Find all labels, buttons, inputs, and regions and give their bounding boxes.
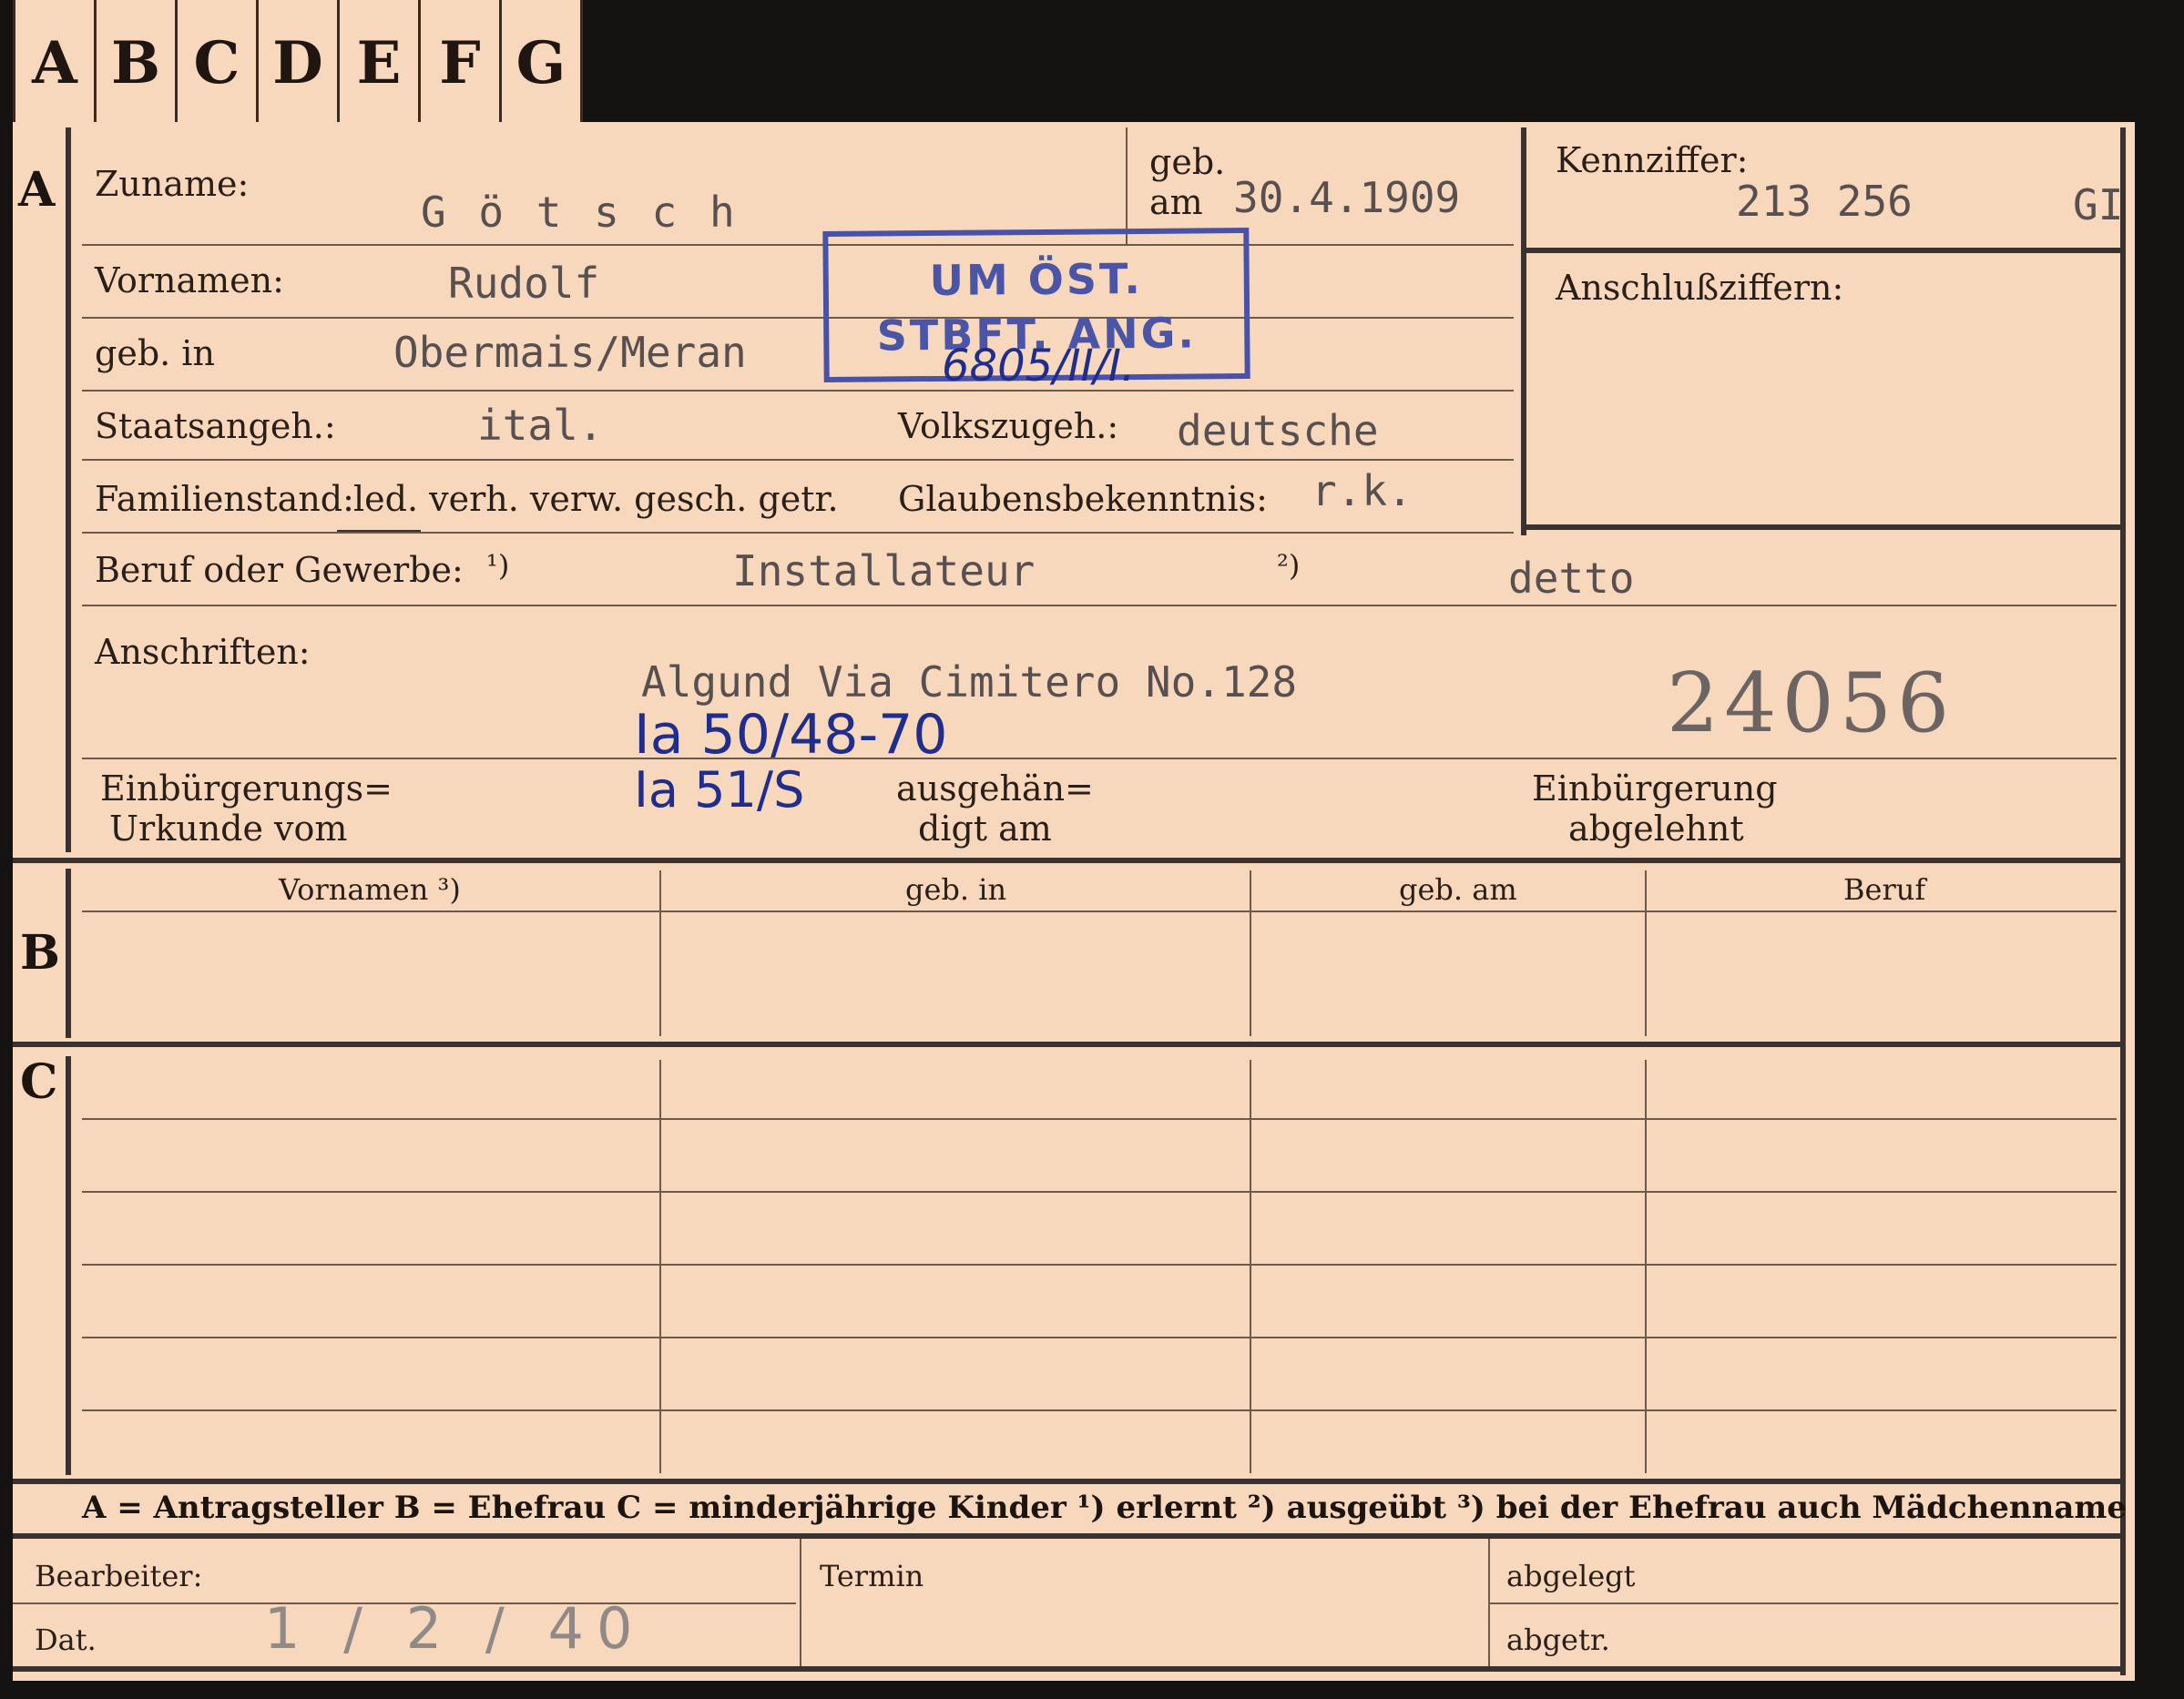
staatsangeh-value: ital. bbox=[477, 401, 604, 450]
abgetr-label: abgetr. bbox=[1506, 1623, 1610, 1657]
geb-label: geb. bbox=[1149, 142, 1226, 182]
tab-b: B bbox=[97, 0, 178, 126]
rule-row3 bbox=[82, 390, 1514, 392]
rule-row6 bbox=[82, 605, 2117, 606]
geb-in-label: geb. in bbox=[95, 333, 215, 373]
record-number: 24056 bbox=[1667, 656, 1955, 751]
tab-e: E bbox=[340, 0, 421, 126]
col-divider-b-1 bbox=[659, 870, 661, 1036]
left-rule-c bbox=[66, 1056, 71, 1475]
beruf-note-2: ²) bbox=[1277, 548, 1301, 583]
abgelegt-label: abgelegt bbox=[1506, 1559, 1636, 1593]
section-a-letter: A bbox=[18, 162, 56, 218]
section-c-top-rule bbox=[13, 1042, 2122, 1047]
rule-row7 bbox=[82, 758, 2117, 759]
kennziffer-box-rule bbox=[1521, 248, 2122, 253]
geb-am-divider bbox=[1126, 127, 1128, 244]
abgelehnt-label-2: abgelehnt bbox=[1568, 809, 1744, 849]
index-tab-strip: A B C D E F G bbox=[13, 0, 583, 126]
rule-row2 bbox=[82, 317, 1514, 319]
col-divider-b-2 bbox=[1250, 870, 1251, 1036]
footer-divider-1 bbox=[800, 1539, 801, 1666]
anschlussziffern-label: Anschlußziffern: bbox=[1556, 268, 1844, 308]
termin-label: Termin bbox=[820, 1559, 924, 1593]
familienstand-label: Familienstand: bbox=[95, 479, 354, 519]
staatsangeh-label: Staatsangeh.: bbox=[95, 406, 336, 446]
vornamen-label: Vornamen: bbox=[95, 260, 284, 300]
kennziffer-suffix: GI bbox=[2073, 180, 2124, 229]
legend-top-rule bbox=[13, 1479, 2122, 1484]
kennziffer-value: 213 256 bbox=[1736, 177, 1913, 226]
handwritten-ref-2: Ia 51/S bbox=[634, 761, 805, 819]
left-rule-b bbox=[66, 869, 71, 1038]
abgelehnt-label-1: Einbürgerung bbox=[1532, 768, 1778, 809]
rule-row5 bbox=[82, 532, 1514, 534]
ausgehaendigt-label-1: ausgehän= bbox=[896, 768, 1094, 809]
familienstand-options: led. verh. verw. gesch. getr. bbox=[353, 479, 839, 519]
tab-c: C bbox=[178, 0, 259, 126]
beruf-note-1: ¹) bbox=[486, 548, 510, 583]
header-underline bbox=[82, 911, 2117, 912]
einbuerg-label-2: Urkunde vom bbox=[109, 809, 348, 849]
beruf-erlernt-value: Installateur bbox=[732, 546, 1036, 595]
bearbeiter-label: Bearbeiter: bbox=[35, 1559, 203, 1593]
anschriften-label: Anschriften: bbox=[95, 632, 311, 672]
card-bottom-rule bbox=[13, 1666, 2122, 1672]
rule-row1 bbox=[82, 244, 1514, 246]
section-b-top-rule bbox=[13, 858, 2122, 863]
col-divider-b-3 bbox=[1645, 870, 1647, 1036]
handwritten-stamp-ref: 6805/II/I. bbox=[942, 341, 1136, 392]
kennziffer-box-left bbox=[1521, 127, 1526, 535]
zuname-label: Zuname: bbox=[95, 164, 250, 204]
section-c-letter: C bbox=[20, 1054, 58, 1110]
glaubens-label: Glaubensbekenntnis: bbox=[898, 479, 1268, 519]
volkszugeh-value: deutsche bbox=[1177, 406, 1379, 455]
child-row-rule-3 bbox=[82, 1264, 2117, 1266]
child-row-rule-4 bbox=[82, 1337, 2117, 1338]
tab-a: A bbox=[13, 0, 97, 126]
col-header-geb-am: geb. am bbox=[1399, 872, 1517, 907]
child-row-rule-5 bbox=[82, 1409, 2117, 1411]
zuname-value: G ö t s c h bbox=[421, 188, 739, 237]
einbuerg-label-1: Einbürgerungs= bbox=[100, 768, 393, 809]
ausgehaendigt-label-2: digt am bbox=[918, 809, 1052, 849]
section-b-letter: B bbox=[20, 925, 60, 981]
tab-g: G bbox=[502, 0, 583, 126]
stamp-line-1: UM ÖST. bbox=[929, 253, 1144, 306]
legend-bottom-rule bbox=[13, 1533, 2122, 1539]
right-rule bbox=[2120, 127, 2126, 1675]
col-header-beruf: Beruf bbox=[1843, 872, 1926, 907]
legend: A = Antragsteller B = Ehefrau C = minder… bbox=[82, 1490, 2127, 1526]
child-row-rule-2 bbox=[82, 1191, 2117, 1193]
dat-label: Dat. bbox=[35, 1623, 97, 1657]
child-row-rule-1 bbox=[82, 1118, 2117, 1120]
beruf-label: Beruf oder Gewerbe: bbox=[95, 550, 464, 590]
glaubens-value: r.k. bbox=[1311, 466, 1413, 515]
kennziffer-label: Kennziffer: bbox=[1556, 140, 1749, 180]
handwritten-date: 1 / 2 / 40 bbox=[264, 1595, 646, 1662]
left-rule-a bbox=[66, 127, 71, 852]
vornamen-value: Rudolf bbox=[448, 259, 600, 308]
kennziffer-box-bottom bbox=[1521, 524, 2122, 530]
tab-f: F bbox=[421, 0, 502, 126]
volkszugeh-label: Volkszugeh.: bbox=[898, 406, 1119, 446]
col-header-vornamen: Vornamen ³) bbox=[279, 872, 461, 907]
am-label: am bbox=[1149, 182, 1203, 222]
rule-row4 bbox=[82, 459, 1514, 461]
geb-in-value: Obermais/Meran bbox=[393, 328, 747, 377]
footer-rule-right bbox=[1488, 1602, 2118, 1604]
geb-am-value: 30.4.1909 bbox=[1233, 173, 1461, 222]
tab-d: D bbox=[259, 0, 340, 126]
beruf-ausgeuebt-value: detto bbox=[1508, 554, 1635, 603]
col-header-geb-in: geb. in bbox=[905, 872, 1007, 907]
anschrift-value: Algund Via Cimitero No.128 bbox=[641, 657, 1298, 707]
